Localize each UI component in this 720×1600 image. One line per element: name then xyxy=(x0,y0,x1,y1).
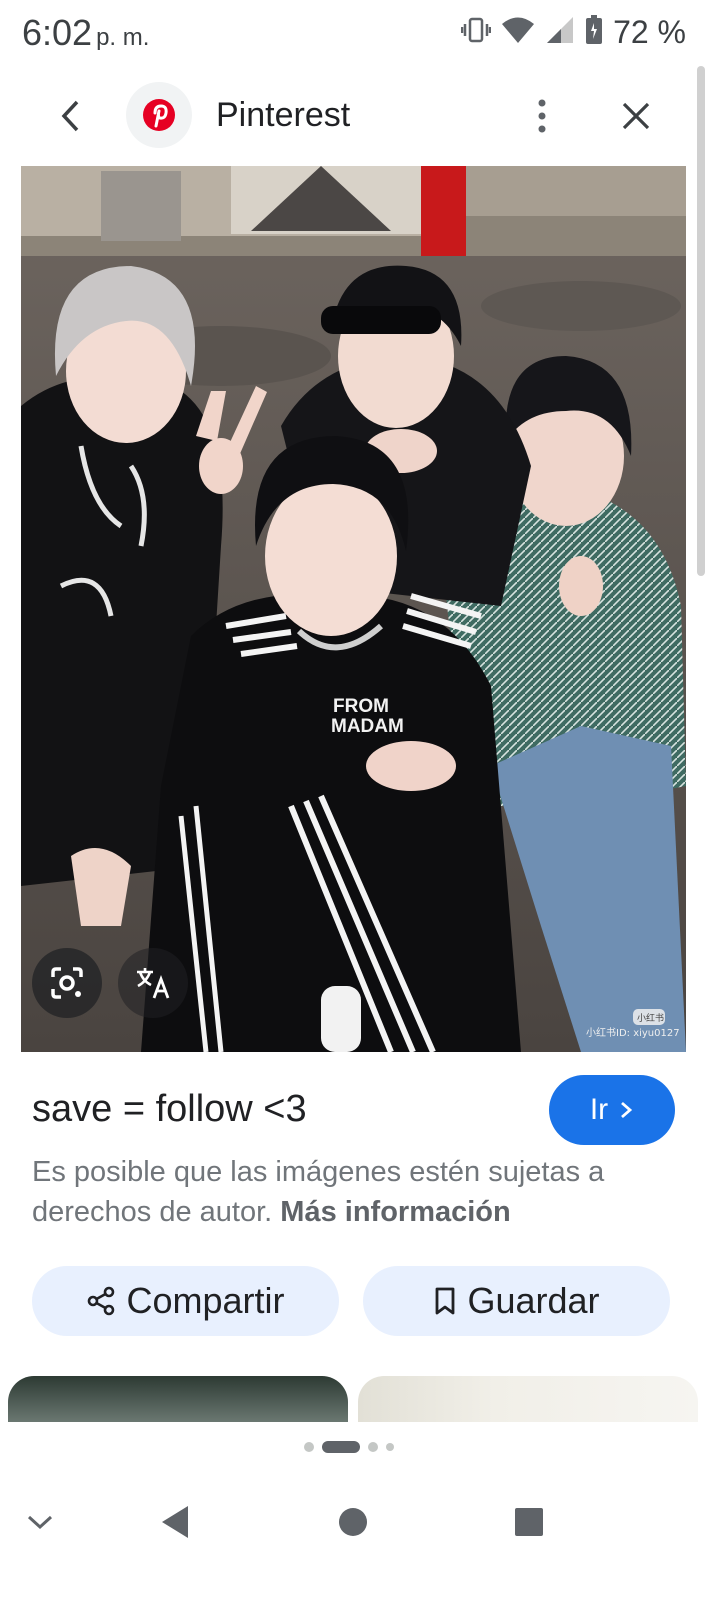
bookmark-icon xyxy=(436,1287,455,1315)
nav-collapse-button[interactable] xyxy=(20,1500,60,1544)
share-icon xyxy=(88,1286,115,1316)
watermark-logo-text: 小红书 xyxy=(637,1012,664,1024)
chevron-left-icon xyxy=(61,100,79,132)
more-info-link[interactable]: Más información xyxy=(280,1196,510,1228)
carousel-dot xyxy=(304,1442,314,1452)
site-name: Pinterest xyxy=(216,96,351,134)
pinterest-logo xyxy=(126,82,192,148)
save-label: Guardar xyxy=(467,1280,600,1321)
translate-icon xyxy=(137,968,170,999)
copyright-notice: Es posible que las imágenes estén sujeta… xyxy=(32,1152,672,1232)
nav-home-button[interactable] xyxy=(328,1498,378,1546)
square-recents-icon xyxy=(515,1508,543,1536)
chevron-down-icon xyxy=(27,1515,53,1530)
carousel-dot-active xyxy=(322,1441,360,1453)
translate-button[interactable] xyxy=(118,948,188,1018)
browser-top-bar: Pinterest xyxy=(0,66,720,166)
google-lens-button[interactable] xyxy=(32,948,102,1018)
image-title: save = follow <3 xyxy=(32,1088,307,1130)
vibrate-icon xyxy=(460,16,492,49)
wifi-icon xyxy=(501,15,535,50)
visit-button-label: Ir xyxy=(589,1093,609,1126)
nav-recents-button[interactable] xyxy=(504,1498,554,1546)
more-options-button[interactable] xyxy=(522,88,562,144)
share-button[interactable]: Compartir xyxy=(32,1266,339,1336)
system-nav-bar xyxy=(0,1480,720,1600)
carousel-dot xyxy=(368,1442,378,1452)
carousel-indicator xyxy=(304,1441,394,1453)
circle-home-icon xyxy=(339,1508,367,1536)
triangle-back-icon xyxy=(162,1506,188,1538)
main-image[interactable]: FROM MADAM 小红书 小红书ID: xiyu0127 xyxy=(21,166,686,1052)
status-icons: 72 % xyxy=(460,14,686,51)
carousel-dot xyxy=(386,1443,394,1451)
status-time: 6:02 p. m. xyxy=(22,12,149,54)
group-photo: FROM MADAM 小红书 小红书ID: xiyu0127 xyxy=(21,166,686,1052)
chevron-right-icon xyxy=(621,1101,633,1119)
close-icon xyxy=(622,102,650,130)
scrollbar[interactable] xyxy=(697,66,705,576)
signal-icon xyxy=(545,15,575,50)
shirt-text-2: MADAM xyxy=(331,716,404,737)
shirt-text-1: FROM xyxy=(333,696,389,717)
more-vert-icon xyxy=(538,99,546,133)
visit-button[interactable]: Ir xyxy=(549,1075,675,1145)
watermark-id: 小红书ID: xiyu0127 xyxy=(586,1026,680,1039)
back-button[interactable] xyxy=(46,88,96,144)
share-label: Compartir xyxy=(126,1280,285,1321)
clock-ampm: p. m. xyxy=(96,24,150,51)
battery-icon xyxy=(585,15,603,50)
lens-icon xyxy=(51,967,83,999)
clock-text: 6:02 xyxy=(22,12,93,53)
status-bar: 6:02 p. m. 72 % xyxy=(0,0,720,66)
close-button[interactable] xyxy=(610,88,662,144)
battery-percentage: 72 % xyxy=(613,14,686,50)
save-button[interactable]: Guardar xyxy=(363,1266,670,1336)
nav-back-button[interactable] xyxy=(150,1498,200,1546)
